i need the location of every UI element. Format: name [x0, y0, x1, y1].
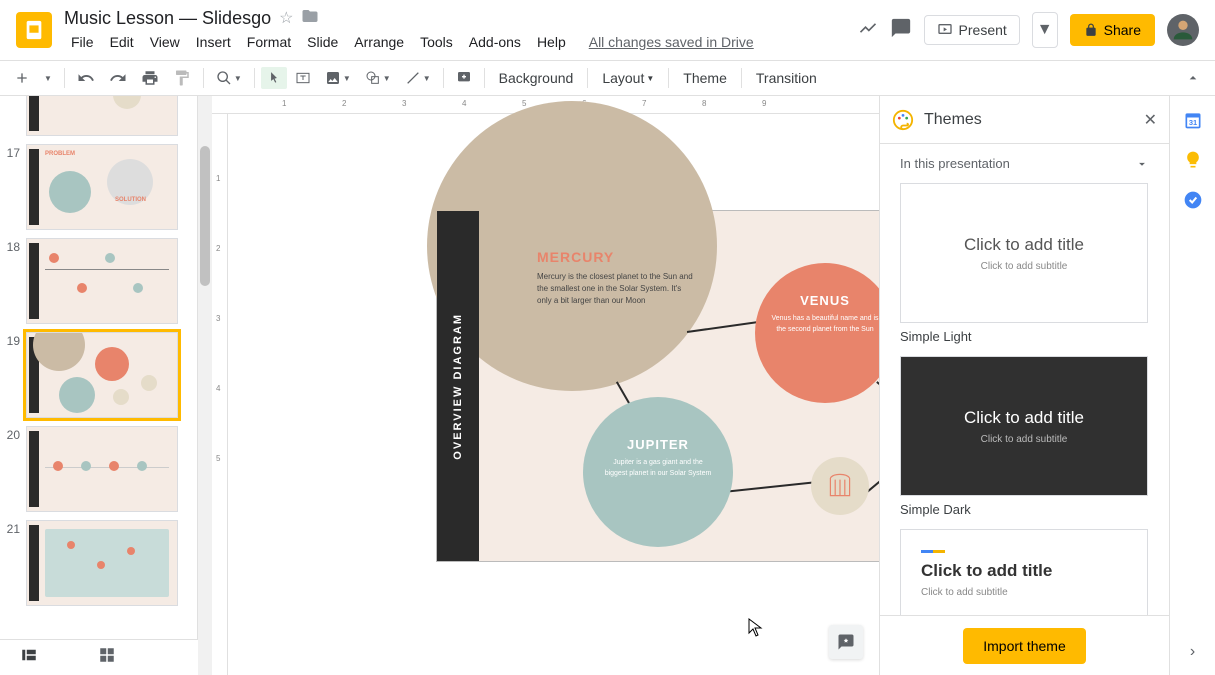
present-button[interactable]: Present [924, 15, 1020, 45]
filmstrip-view-button[interactable] [20, 646, 38, 669]
explore-button[interactable] [829, 625, 863, 659]
theme-label: Simple Light [900, 329, 1149, 344]
slide-number: 17 [4, 144, 26, 230]
star-icon[interactable]: ☆ [279, 8, 293, 28]
vertical-scrollbar[interactable] [198, 96, 212, 675]
mercury-block[interactable]: MERCURY Mercury is the closest planet to… [537, 249, 697, 307]
print-button[interactable] [135, 65, 165, 91]
folder-icon[interactable] [301, 7, 319, 30]
paint-format-button[interactable] [167, 65, 197, 91]
document-title[interactable]: Music Lesson — Slidesgo [64, 8, 271, 29]
menu-insert[interactable]: Insert [189, 32, 238, 52]
import-theme-button[interactable]: Import theme [963, 628, 1085, 664]
venus-circle[interactable]: VENUS Venus has a beautiful name and is … [755, 263, 879, 403]
menu-format[interactable]: Format [240, 32, 298, 52]
in-this-presentation[interactable]: In this presentation [880, 144, 1169, 183]
slide-number: 20 [4, 426, 26, 512]
textbox-tool[interactable] [289, 66, 317, 90]
menu-bar: File Edit View Insert Format Slide Arran… [64, 30, 858, 54]
keep-icon[interactable] [1183, 150, 1203, 170]
mercury-body: Mercury is the closest planet to the Sun… [537, 271, 697, 307]
grid-view-button[interactable] [98, 646, 116, 669]
slide-thumb-selected[interactable] [26, 332, 178, 418]
menu-tools[interactable]: Tools [413, 32, 460, 52]
jupiter-title: JUPITER [601, 437, 715, 452]
select-tool[interactable] [261, 67, 287, 89]
shape-tool[interactable]: ▼ [359, 66, 397, 90]
slide-content[interactable]: OVERVIEW DIAGRAM MERCURY Mercury is the … [436, 210, 879, 562]
slide-canvas[interactable]: 123456789 12345 OVERVIEW DIAGRAM MERCURY… [198, 96, 879, 675]
side-panel-dock: 31 › [1169, 96, 1215, 675]
slide-number: 19 [4, 332, 26, 418]
slide-number: 21 [4, 520, 26, 606]
menu-edit[interactable]: Edit [103, 32, 141, 52]
slide-thumb[interactable]: PROBLEM SOLUTION [26, 144, 178, 230]
menu-file[interactable]: File [64, 32, 101, 52]
share-button[interactable]: Share [1070, 14, 1155, 46]
jupiter-circle[interactable]: JUPITER Jupiter is a gas giant and the b… [583, 397, 733, 547]
svg-text:31: 31 [1188, 118, 1196, 127]
menu-arrange[interactable]: Arrange [347, 32, 411, 52]
new-slide-dropdown[interactable]: ▼ [38, 70, 58, 87]
slide-thumb[interactable] [26, 238, 178, 324]
slides-logo[interactable] [16, 12, 52, 48]
comment-tool[interactable] [450, 66, 478, 90]
mercury-title: MERCURY [537, 249, 697, 265]
overview-sidebar: OVERVIEW DIAGRAM [437, 211, 479, 561]
calendar-icon[interactable]: 31 [1183, 110, 1203, 130]
comments-icon[interactable] [890, 17, 912, 44]
themes-title: Themes [924, 111, 1144, 129]
vertical-ruler: 12345 [212, 114, 228, 675]
transition-button[interactable]: Transition [748, 66, 825, 90]
redo-button[interactable] [103, 65, 133, 91]
chevron-down-icon [1135, 157, 1149, 171]
slide-filmstrip[interactable]: 17 PROBLEM SOLUTION 18 19 [0, 96, 198, 675]
menu-slide[interactable]: Slide [300, 32, 345, 52]
menu-addons[interactable]: Add-ons [462, 32, 528, 52]
jupiter-body: Jupiter is a gas giant and the biggest p… [601, 458, 715, 479]
layout-button[interactable]: Layout▼ [594, 66, 662, 90]
slide-thumb[interactable] [26, 96, 178, 136]
theme-button[interactable]: Theme [675, 66, 735, 90]
theme-simple-light[interactable]: Click to add title Click to add subtitle [900, 183, 1148, 323]
venus-body: Venus has a beautiful name and is the se… [769, 314, 879, 335]
venus-title: VENUS [769, 293, 879, 308]
slide-number: 18 [4, 238, 26, 324]
expand-panel-icon[interactable]: › [1190, 643, 1195, 661]
theme-simple-dark[interactable]: Click to add title Click to add subtitle [900, 356, 1148, 496]
save-status[interactable]: All changes saved in Drive [589, 34, 754, 50]
background-button[interactable]: Background [491, 66, 582, 90]
tasks-icon[interactable] [1183, 190, 1203, 210]
slide-thumb[interactable] [26, 520, 178, 606]
theme-option[interactable]: Click to add title Click to add subtitle [900, 529, 1148, 615]
activity-icon[interactable] [858, 18, 878, 43]
zoom-button[interactable]: ▼ [210, 66, 248, 90]
image-tool[interactable]: ▼ [319, 66, 357, 90]
line-tool[interactable]: ▼ [399, 66, 437, 90]
share-label: Share [1104, 22, 1141, 38]
collapse-toolbar-button[interactable] [1179, 66, 1207, 90]
themes-panel: Themes ✕ In this presentation Click to a… [879, 96, 1169, 675]
menu-view[interactable]: View [143, 32, 187, 52]
present-label: Present [959, 22, 1007, 38]
undo-button[interactable] [71, 65, 101, 91]
new-slide-button[interactable] [8, 66, 36, 90]
menu-help[interactable]: Help [530, 32, 573, 52]
close-icon[interactable]: ✕ [1144, 110, 1157, 130]
harp-icon[interactable] [811, 457, 869, 515]
slide-thumb[interactable] [26, 426, 178, 512]
theme-label: Simple Dark [900, 502, 1149, 517]
user-avatar[interactable] [1167, 14, 1199, 46]
palette-icon [892, 109, 914, 131]
present-dropdown[interactable]: ▼ [1032, 12, 1058, 48]
